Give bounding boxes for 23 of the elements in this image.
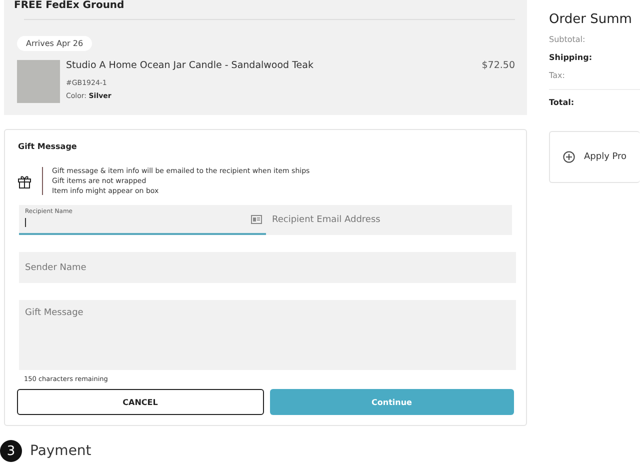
sender-name-field[interactable]: Sender Name [19, 252, 516, 283]
shipping-method: FREE FedEx Ground [14, 0, 126, 11]
contact-card-icon[interactable] [251, 215, 262, 224]
photo-placeholder [17, 60, 60, 103]
summary-label: Tax: [549, 71, 566, 80]
text-cursor [25, 218, 26, 227]
step-number: 3 [0, 440, 22, 462]
gift-message-field[interactable]: Gift Message [19, 300, 516, 370]
summary-label: Subtotal: [549, 35, 586, 44]
product-name: Studio A Home Ocean Jar Candle - Sandalwood Teak [66, 60, 314, 71]
total-label: Total: [549, 98, 576, 107]
promo-code-button[interactable]: Apply Pro [549, 131, 640, 183]
gift-icon [17, 174, 32, 188]
product-price: $72.50 [482, 60, 515, 73]
section-title: Gift Message [18, 142, 78, 151]
promo-label: Apply Pro [584, 152, 627, 162]
arrival-badge: Arrives Apr 26 [17, 36, 92, 51]
plus-circle-icon [563, 151, 575, 163]
cancel-button[interactable]: CANCEL [17, 389, 264, 415]
summary-title: Order Summ [549, 12, 633, 27]
recipient-email-field[interactable]: Recipient Email Address [266, 205, 512, 235]
summary-label: Shipping: [549, 53, 594, 62]
step-title: Payment [30, 443, 92, 459]
